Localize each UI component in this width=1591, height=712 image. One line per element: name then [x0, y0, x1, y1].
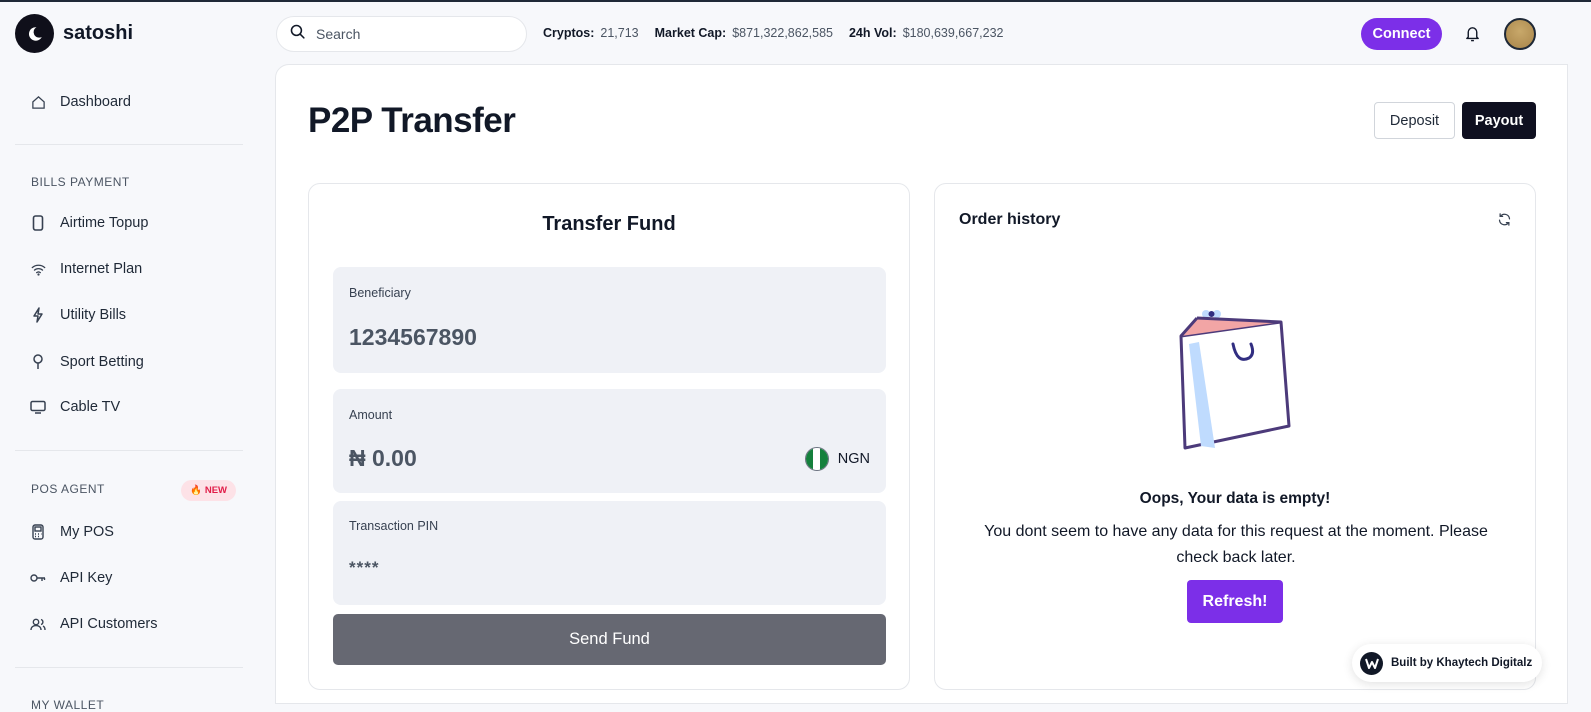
amount-value[interactable]: ₦ 0.00 — [349, 445, 417, 472]
amount-field[interactable]: Amount ₦ 0.00 NGN — [333, 389, 886, 493]
transfer-fund-card: Transfer Fund Beneficiary 1234567890 Amo… — [308, 183, 910, 690]
phone-icon — [30, 215, 46, 231]
sidebar-item-internet-plan[interactable]: Internet Plan — [30, 257, 142, 281]
stat-label: Market Cap: — [654, 26, 727, 40]
built-by-label: Built by Khaytech Digitalz — [1391, 657, 1533, 669]
pin-icon — [30, 354, 46, 370]
home-icon — [30, 94, 46, 110]
sidebar-item-label: API Key — [60, 570, 113, 586]
transaction-pin-label: Transaction PIN — [349, 519, 439, 533]
order-history-title: Order history — [959, 211, 1061, 228]
bell-icon[interactable] — [1464, 24, 1481, 48]
sidebar-item-label: My POS — [60, 524, 114, 540]
lightning-icon — [30, 307, 46, 323]
sidebar-item-label: Sport Betting — [60, 354, 144, 370]
sidebar-item-label: Utility Bills — [60, 307, 127, 323]
stat-cryptos: Cryptos: 21,713 — [543, 26, 639, 40]
nigeria-flag-icon — [804, 447, 829, 471]
search-icon — [289, 23, 306, 45]
beneficiary-label: Beneficiary — [349, 286, 411, 300]
users-icon — [30, 616, 46, 632]
sidebar-item-sport-betting[interactable]: Sport Betting — [30, 350, 144, 374]
beneficiary-value[interactable]: 1234567890 — [349, 324, 477, 351]
stat-value: $180,639,667,232 — [902, 26, 1004, 40]
sidebar-item-airtime-topup[interactable]: Airtime Topup — [30, 211, 148, 235]
stat-label: 24h Vol: — [848, 26, 897, 40]
deposit-button[interactable]: Deposit — [1374, 102, 1455, 139]
sidebar-item-api-key[interactable]: API Key — [30, 566, 112, 590]
avatar[interactable] — [1504, 18, 1536, 50]
divider — [15, 144, 243, 145]
connect-button[interactable]: Connect — [1361, 18, 1442, 50]
payout-button[interactable]: Payout — [1462, 102, 1536, 139]
stat-market-cap: Market Cap: $871,322,862,585 — [655, 26, 833, 40]
pos-terminal-icon — [30, 524, 46, 540]
page-title: P2P Transfer — [308, 101, 516, 140]
currency-selector[interactable]: NGN — [804, 447, 870, 471]
sidebar-item-label: Airtime Topup — [60, 215, 149, 231]
beneficiary-field[interactable]: Beneficiary 1234567890 — [333, 267, 886, 373]
search-bar[interactable] — [276, 16, 527, 52]
transaction-pin-value[interactable]: **** — [349, 558, 379, 578]
wifi-icon — [30, 261, 46, 277]
section-title-wallet: MY WALLET — [31, 698, 105, 712]
stat-24h-vol: 24h Vol: $180,639,667,232 — [849, 26, 1004, 40]
fire-icon: 🔥 — [190, 485, 202, 496]
amount-label: Amount — [349, 408, 393, 422]
sidebar-item-cable-tv[interactable]: Cable TV — [30, 395, 120, 419]
sidebar-item-dashboard[interactable]: Dashboard — [30, 90, 131, 114]
stat-value: $871,322,862,585 — [732, 26, 833, 40]
send-fund-button[interactable]: Send Fund — [333, 614, 886, 665]
empty-state-description: You dont seem to have any data for this … — [984, 523, 1488, 566]
section-title-bills: BILLS PAYMENT — [31, 175, 130, 189]
moon-logo-icon — [15, 14, 54, 53]
search-input[interactable] — [316, 26, 506, 42]
refresh-icon[interactable] — [1497, 212, 1512, 232]
sidebar-item-label: Dashboard — [60, 94, 131, 110]
sidebar-item-label: Internet Plan — [60, 261, 143, 277]
market-stats: Cryptos: 21,713 Market Cap: $871,322,862,5… — [543, 26, 1003, 40]
brand-name: satoshi — [63, 22, 134, 44]
new-badge-label: NEW — [204, 485, 228, 496]
built-by-badge[interactable]: Built by Khaytech Digitalz — [1352, 644, 1542, 682]
order-history-card: Order history Oops, Your data is empty! … — [934, 183, 1536, 690]
sidebar-item-api-customers[interactable]: API Customers — [30, 612, 158, 636]
currency-code: NGN — [837, 451, 870, 467]
tv-icon — [30, 399, 46, 415]
sidebar-item-label: API Customers — [60, 616, 158, 632]
divider — [15, 667, 243, 668]
main-panel: P2P Transfer Deposit Payout Transfer Fun… — [275, 64, 1568, 704]
brand[interactable]: satoshi — [15, 14, 133, 53]
sidebar-item-utility-bills[interactable]: Utility Bills — [30, 303, 126, 327]
transaction-pin-field[interactable]: Transaction PIN **** — [333, 501, 886, 605]
sidebar-item-label: Cable TV — [60, 399, 121, 415]
stat-value: 21,713 — [600, 26, 639, 40]
new-badge: 🔥 NEW — [181, 480, 237, 501]
key-icon — [30, 570, 46, 586]
refresh-button[interactable]: Refresh! — [1187, 580, 1283, 623]
empty-state-title: Oops, Your data is empty! — [1139, 490, 1331, 507]
w-logo-icon — [1360, 651, 1383, 675]
divider — [15, 450, 243, 451]
transfer-fund-title: Transfer Fund — [542, 213, 676, 235]
sidebar: satoshi Dashboard BILLS PAYMENT Airtime … — [0, 2, 275, 712]
stat-label: Cryptos: — [543, 26, 595, 40]
empty-bag-illustration-icon — [1179, 310, 1291, 450]
sidebar-item-my-pos[interactable]: My POS — [30, 520, 114, 544]
section-title-pos: POS AGENT — [31, 482, 105, 496]
